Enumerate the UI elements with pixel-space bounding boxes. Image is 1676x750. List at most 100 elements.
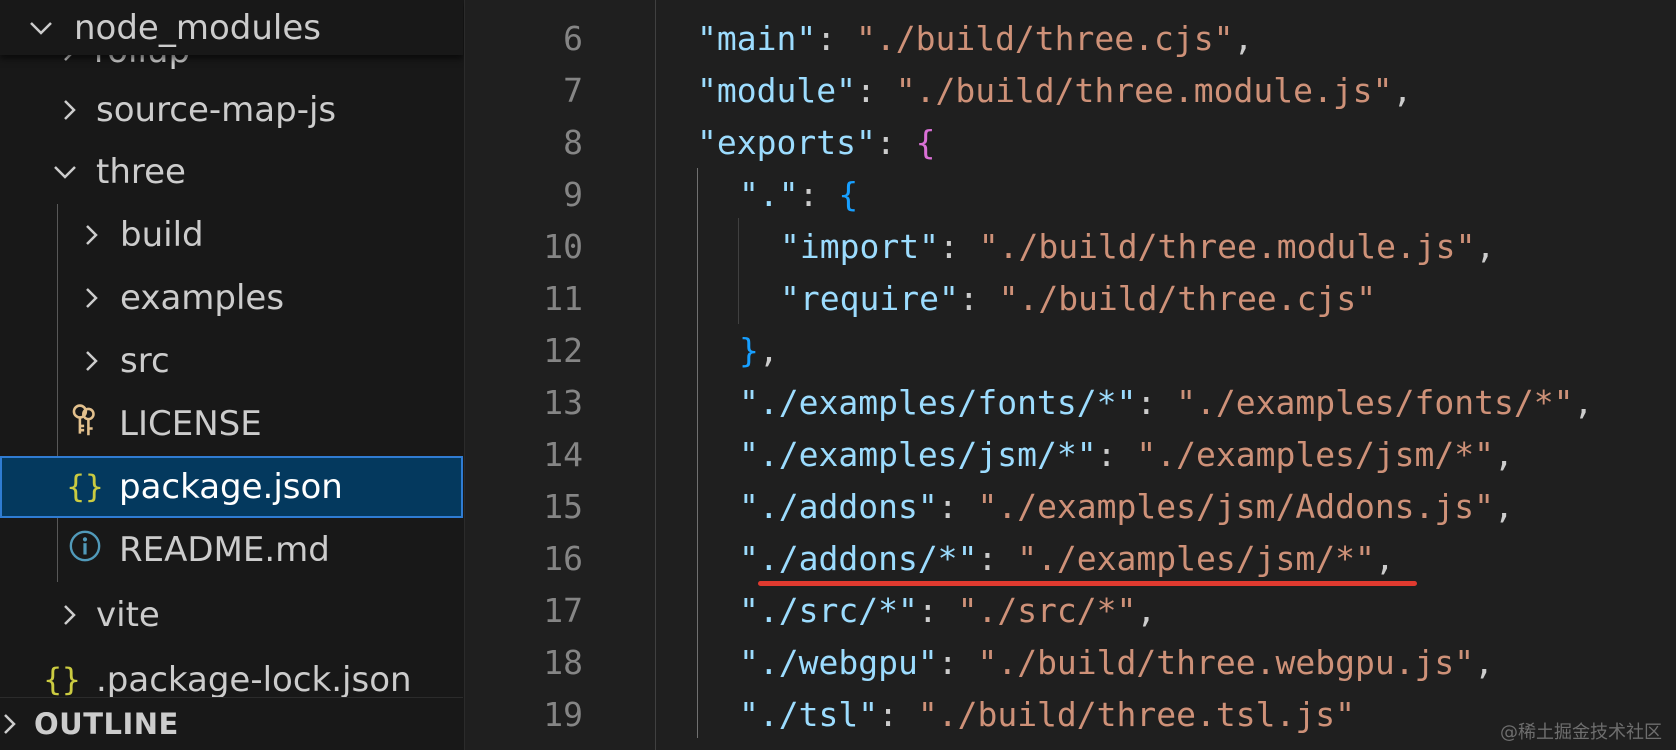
code-line[interactable]: "./tsl": "./build/three.tsl.js" [739, 689, 1355, 741]
code-line[interactable]: "exports": { [697, 117, 935, 169]
json-punct: , [1475, 227, 1496, 266]
tree-item-source-map-js[interactable]: source-map-js [0, 79, 463, 141]
tree-item-label: package.json [119, 467, 343, 507]
json-punct: , [1573, 383, 1594, 422]
json-bracket: { [915, 123, 936, 162]
json-punct: , [1392, 71, 1413, 110]
line-number: 11 [543, 279, 583, 318]
json-key: import [799, 227, 920, 266]
line-number: 13 [543, 383, 583, 422]
line-number: 10 [543, 227, 583, 266]
indent-guide [655, 0, 656, 750]
line-number: 17 [543, 591, 583, 630]
tree-item-package-json[interactable]: {} package.json [0, 456, 463, 518]
chevron-right-icon [76, 220, 106, 250]
chevron-right-icon [76, 346, 106, 376]
code-line[interactable]: "require": "./build/three.cjs" [780, 273, 1376, 325]
json-key: ./addons/* [758, 539, 958, 578]
line-number: 12 [543, 331, 583, 370]
code-line[interactable]: "./examples/jsm/*": "./examples/jsm/*", [739, 429, 1514, 481]
code-line[interactable]: "import": "./build/three.module.js", [780, 221, 1495, 273]
indent-guide [738, 218, 739, 324]
tree-item-build[interactable]: build [0, 204, 463, 266]
json-value: ./build/three.module.js [998, 227, 1456, 266]
braces-icon: {} [43, 662, 81, 698]
json-key: exports [716, 123, 856, 162]
json-punct: , [1374, 539, 1395, 578]
json-value: ./examples/jsm/* [1156, 435, 1475, 474]
line-number: 7 [563, 71, 583, 110]
watermark-text: @稀土掘金技术社区 [1500, 722, 1662, 743]
line-number: 14 [543, 435, 583, 474]
json-punct: , [1233, 19, 1254, 58]
chevron-right-icon [54, 95, 84, 125]
info-icon [65, 529, 105, 572]
tree-item-label: README.md [119, 530, 330, 570]
json-key: require [799, 279, 939, 318]
tree-item-label: LICENSE [119, 404, 262, 444]
json-punct: , [1494, 487, 1514, 526]
code-line[interactable]: ".": { [739, 169, 858, 221]
json-key: ./src/* [758, 591, 898, 630]
json-value: ./examples/fonts/* [1196, 383, 1554, 422]
code-editor[interactable]: 6 "main": "./build/three.cjs", 7 "module… [465, 0, 1676, 750]
json-bracket: } [739, 331, 759, 370]
json-punct: , [1494, 435, 1514, 474]
code-line[interactable]: "module": "./build/three.module.js", [697, 65, 1412, 117]
line-number: 19 [543, 695, 583, 734]
tree-item-label: vite [96, 595, 160, 635]
line-number: 9 [563, 175, 583, 214]
code-line[interactable]: "./addons": "./examples/jsm/Addons.js", [739, 481, 1514, 533]
json-key: ./examples/jsm/* [758, 435, 1077, 474]
json-value: ./build/three.webgpu.js [997, 643, 1455, 682]
code-line[interactable]: "./webgpu": "./build/three.webgpu.js", [739, 637, 1494, 689]
chevron-right-icon [76, 283, 106, 313]
line-number: 18 [543, 643, 583, 682]
json-key: module [716, 71, 837, 110]
json-value: ./build/three.cjs [1018, 279, 1357, 318]
json-key: ./examples/fonts/* [758, 383, 1117, 422]
json-value: ./build/three.module.js [915, 71, 1373, 110]
chevron-down-icon [26, 13, 56, 43]
tree-item-vite[interactable]: vite [0, 584, 463, 646]
code-line[interactable]: "./examples/fonts/*": "./examples/fonts/… [739, 377, 1593, 429]
json-key: main [716, 19, 797, 58]
json-key: ./webgpu [758, 643, 918, 682]
code-line[interactable]: "main": "./build/three.cjs", [697, 13, 1253, 65]
key-icon [65, 400, 105, 449]
json-punct: , [758, 331, 779, 370]
indent-guide [697, 168, 698, 738]
tree-item-license[interactable]: LICENSE [0, 393, 463, 455]
json-bracket: { [838, 175, 859, 214]
tree-item-three[interactable]: three [0, 141, 463, 203]
tree-header-label: node_modules [74, 7, 321, 48]
json-value: ./examples/jsm/* [1037, 539, 1355, 578]
json-value: ./examples/jsm/Addons.js [997, 487, 1475, 526]
tree-item-examples[interactable]: examples [0, 267, 463, 329]
json-value: ./build/three.tsl.js [937, 695, 1336, 734]
json-punct: , [1474, 643, 1495, 682]
tree-item-label: src [120, 341, 170, 381]
tree-item-readme[interactable]: README.md [0, 519, 463, 581]
tree-header-node-modules[interactable]: node_modules [0, 0, 463, 55]
json-punct: , [1136, 591, 1157, 630]
explorer-sidebar: rollup node_modules source-map-js three … [0, 0, 465, 750]
braces-icon: {} [66, 469, 104, 505]
outline-label: OUTLINE [34, 707, 179, 741]
tree-item-label: three [96, 152, 186, 192]
tree-item-label: examples [120, 278, 285, 318]
outline-section-header[interactable]: OUTLINE [0, 697, 463, 750]
line-number: 15 [543, 487, 583, 526]
tree-item-src[interactable]: src [0, 330, 463, 392]
chevron-right-icon [0, 709, 24, 739]
json-key: . [758, 175, 779, 214]
code-line-highlighted[interactable]: "./addons/*": "./examples/jsm/*", [739, 533, 1395, 585]
code-line[interactable]: "./src/*": "./src/*", [739, 585, 1156, 637]
line-number: 16 [543, 539, 583, 578]
code-line[interactable]: }, [739, 325, 779, 377]
tree-item-label: source-map-js [96, 90, 337, 130]
line-number: 6 [563, 19, 583, 58]
tree-item-label: .package-lock.json [96, 660, 412, 700]
chevron-right-icon [54, 600, 84, 630]
chevron-down-icon [50, 157, 80, 187]
